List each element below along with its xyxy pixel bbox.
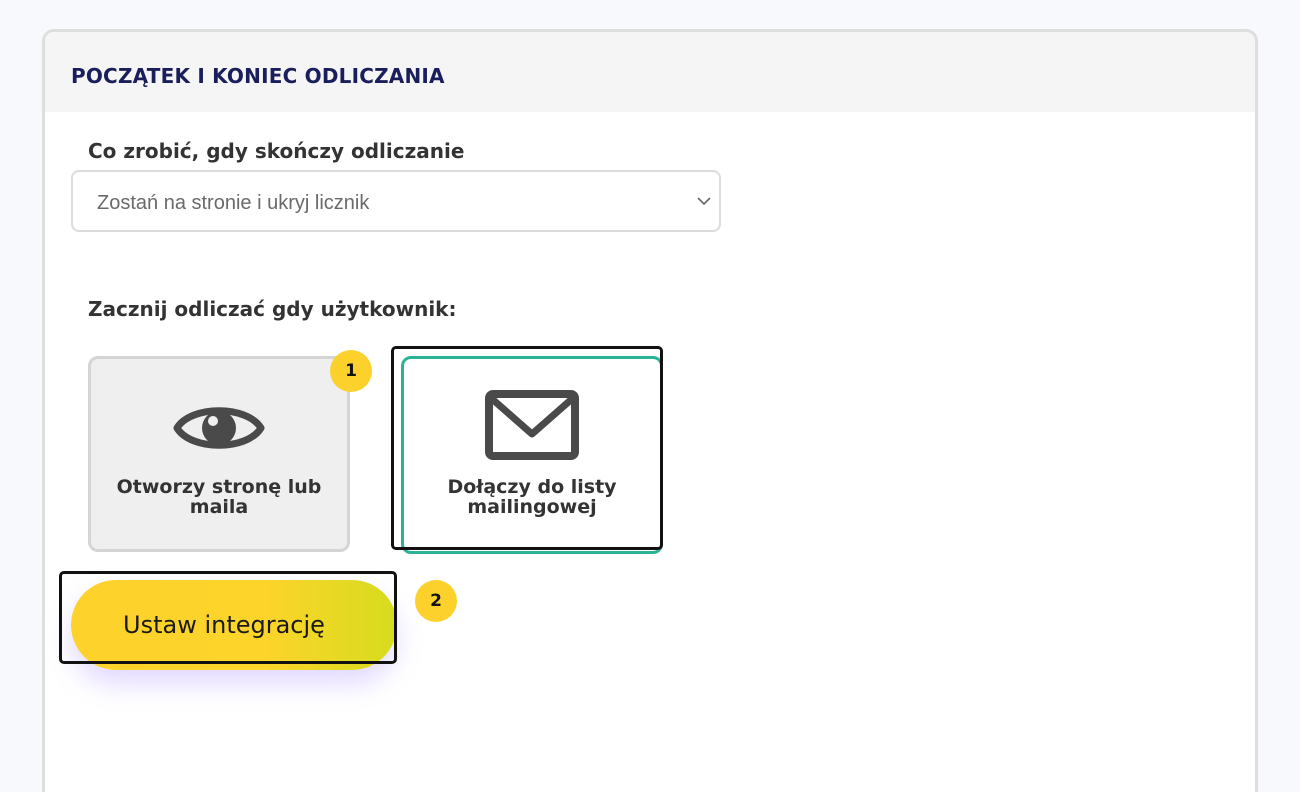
step-badge: 2	[415, 580, 457, 622]
trigger-option-label: Dołączy do listy mailingowej	[447, 476, 617, 518]
set-integration-button[interactable]: Ustaw integrację	[71, 580, 397, 670]
eye-icon	[173, 407, 265, 449]
end-action-selected-value: Zostań na stronie i ukryj licznik	[97, 192, 370, 214]
envelope-icon	[485, 390, 579, 460]
set-integration-button-label: Ustaw integrację	[123, 611, 325, 639]
start-trigger-label: Zacznij odliczać gdy użytkownik:	[88, 297, 457, 321]
panel-header: POCZĄTEK I KONIEC ODLICZANIA	[45, 32, 1255, 112]
trigger-option-open-page[interactable]: Otworzy stronę lub maila	[88, 356, 350, 552]
trigger-option-label: Otworzy stronę lub maila	[116, 476, 322, 518]
chevron-down-icon	[697, 197, 711, 206]
end-action-label: Co zrobić, gdy skończy odliczanie	[88, 139, 465, 163]
end-action-select[interactable]: Zostań na stronie i ukryj licznik	[71, 170, 721, 232]
step-badge: 1	[330, 350, 372, 392]
panel-title: POCZĄTEK I KONIEC ODLICZANIA	[71, 64, 445, 88]
trigger-option-join-list[interactable]: Dołączy do listy mailingowej	[401, 356, 663, 554]
